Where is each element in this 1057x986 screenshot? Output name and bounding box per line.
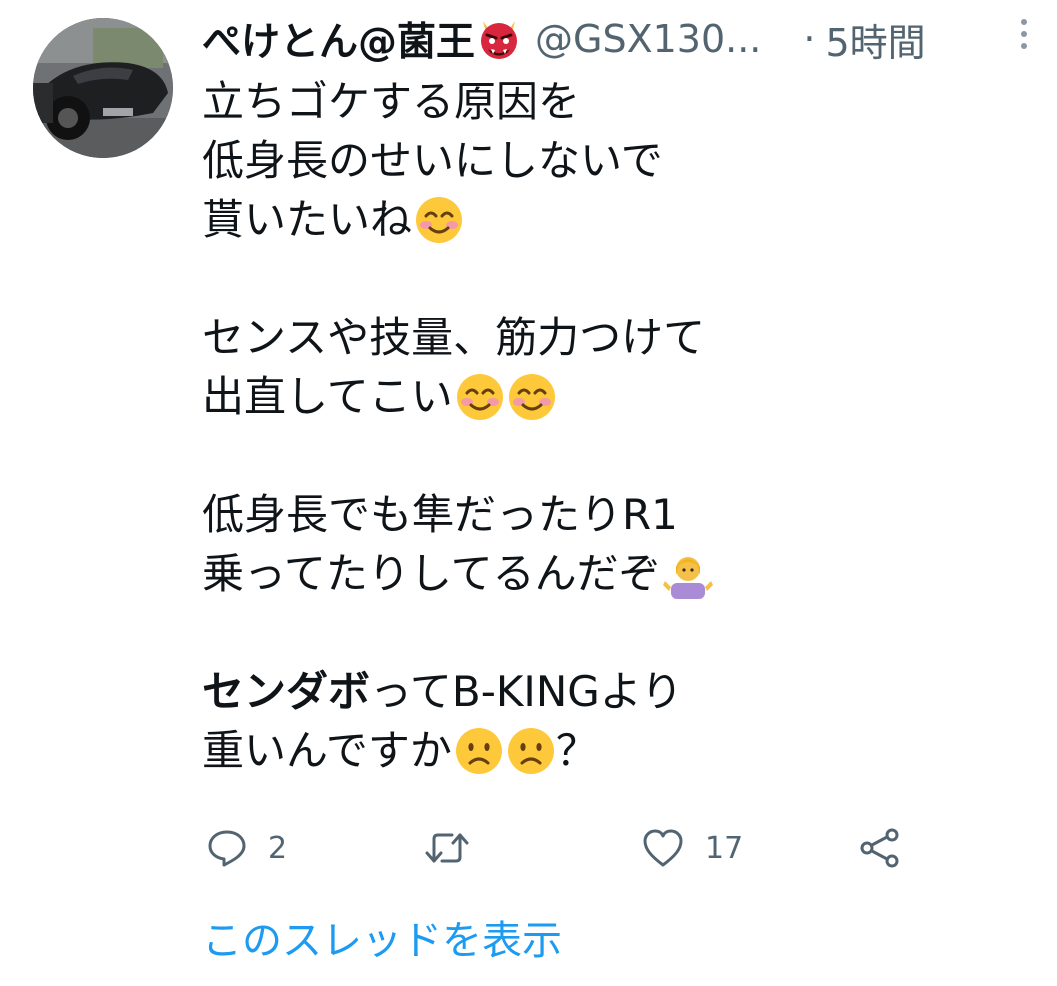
reply-count: 2 <box>268 830 288 866</box>
more-options-button[interactable] <box>1014 14 1034 54</box>
ogre-emoji-icon <box>477 17 521 61</box>
text-line-6: 低身長でも隼だったりR1 <box>202 485 1022 544</box>
line-text: 低身長のせいにしないで <box>202 136 663 185</box>
text-line-2: 低身長のせいにしないで <box>202 131 1022 190</box>
display-name[interactable]: ぺけとん@菌王 <box>202 11 475 67</box>
smiling-face-icon <box>507 372 557 422</box>
tweet-text: 立ちゴケする原因を 低身長のせいにしないで 貰いたいね センスや技量、筋力つけて… <box>202 72 1022 780</box>
reply-button[interactable]: 2 <box>206 820 287 876</box>
person-shrugging-icon <box>662 549 713 599</box>
line-text: 立ちゴケする原因を <box>202 77 581 126</box>
user-handle[interactable]: @GSX130... <box>535 17 761 61</box>
show-thread-link[interactable]: このスレッドを表示 <box>202 908 562 966</box>
frowning-face-icon <box>454 726 504 776</box>
text-line-8: センダボ ってB-KINGより <box>202 662 1022 721</box>
text-line-3: 貰いたいね <box>202 190 1022 249</box>
line-text: 低身長でも隼だったりR1 <box>202 490 678 539</box>
line-text: センスや技量、筋力つけて <box>202 313 706 362</box>
vertical-dots-icon <box>1021 19 1027 49</box>
heart-outline-icon <box>643 829 683 867</box>
timestamp[interactable]: 5時間 <box>825 12 925 67</box>
bold-text: センダボ <box>202 667 371 716</box>
text-line-1: 立ちゴケする原因を <box>202 72 1022 131</box>
share-nodes-icon <box>860 828 899 868</box>
text-line-7: 乗ってたりしてるんだぞ <box>202 544 1022 603</box>
frowning-face-icon <box>506 726 556 776</box>
avatar[interactable] <box>33 18 173 158</box>
tweet-header: ぺけとん@菌王 @GSX130... · 5時間 <box>202 10 1037 68</box>
smiling-face-icon <box>414 195 464 245</box>
text-line-4: センスや技量、筋力つけて <box>202 308 1022 367</box>
retweet-button[interactable] <box>424 820 490 876</box>
retweet-arrows-icon <box>425 833 469 863</box>
line-text: 貰いたいね <box>202 195 413 244</box>
line-text: 出直してこい <box>202 372 453 421</box>
motorcycle-avatar-image <box>33 18 173 158</box>
tweet-action-bar: 2 17 <box>0 820 1057 876</box>
line-text: ？ <box>555 726 598 775</box>
line-text: ってB-KINGより <box>370 667 683 716</box>
text-line-5: 出直してこい <box>202 367 1022 426</box>
speech-bubble-icon <box>208 830 246 867</box>
text-line-9: 重いんですか ？ <box>202 721 1022 780</box>
smiling-face-icon <box>455 372 505 422</box>
line-text: 重いんですか <box>202 726 452 775</box>
like-count: 17 <box>705 830 744 866</box>
like-button[interactable]: 17 <box>641 820 743 876</box>
separator-dot: · <box>803 17 816 61</box>
share-button[interactable] <box>858 820 902 876</box>
line-text: 乗ってたりしてるんだぞ <box>202 549 661 598</box>
